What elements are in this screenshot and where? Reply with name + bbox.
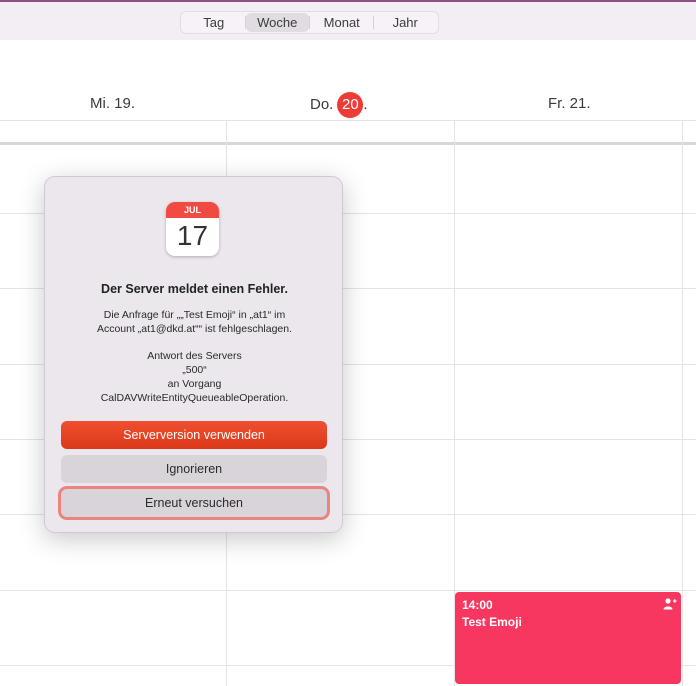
- day-header-thu[interactable]: Do. 20.: [310, 92, 368, 118]
- dialog-title: Der Server meldet einen Fehler.: [101, 282, 288, 296]
- day-header-wed[interactable]: Mi. 19.: [90, 92, 135, 116]
- dialog-response-line: „500“: [182, 364, 207, 376]
- allday-separator: [0, 142, 696, 145]
- hour-line: [0, 590, 696, 591]
- calendar-event[interactable]: 14:00 Test Emoji: [455, 592, 681, 684]
- view-monat-button[interactable]: Monat: [310, 13, 374, 32]
- use-server-version-button[interactable]: Serverversion verwenden: [61, 421, 327, 449]
- calendar-icon-month: JUL: [166, 202, 219, 218]
- column-divider: [682, 120, 683, 686]
- dialog-message-line: Die Anfrage für „„Test Emoji“ in „at1“ i…: [103, 309, 286, 321]
- allday-divider: [0, 120, 696, 121]
- today-badge: 20: [337, 92, 364, 118]
- dialog-server-response: Antwort des Servers „500“ an Vorgang Cal…: [65, 349, 324, 405]
- event-time: 14:00: [462, 598, 493, 612]
- person-icon: [663, 598, 677, 610]
- dialog-message-line: Account „at1@dkd.at““ ist fehlgeschlagen…: [96, 323, 293, 335]
- retry-button[interactable]: Erneut versuchen: [61, 489, 327, 517]
- view-segmented-control: Tag Woche Monat Jahr: [180, 11, 439, 34]
- toolbar: Tag Woche Monat Jahr: [0, 0, 696, 40]
- day-label-suffix: .: [363, 95, 368, 113]
- ignore-button[interactable]: Ignorieren: [61, 455, 327, 483]
- view-tag-button[interactable]: Tag: [183, 13, 245, 32]
- calendar-app-icon: JUL 17: [166, 202, 219, 256]
- event-title: Test Emoji: [462, 615, 522, 629]
- view-jahr-button[interactable]: Jahr: [374, 13, 436, 32]
- day-label: Do.: [310, 95, 334, 113]
- calendar-icon-day: 17: [176, 220, 209, 251]
- day-header-fri[interactable]: Fr. 21.: [548, 92, 591, 116]
- dialog-message: Die Anfrage für „„Test Emoji“ in „at1“ i…: [65, 308, 324, 336]
- error-dialog: JUL 17 Der Server meldet einen Fehler. D…: [44, 176, 343, 533]
- dialog-response-line: an Vorgang: [167, 378, 222, 390]
- view-woche-button[interactable]: Woche: [245, 13, 309, 32]
- dialog-response-line: CalDAVWriteEntityQueueableOperation.: [100, 392, 289, 404]
- dialog-response-line: Antwort des Servers: [147, 350, 242, 362]
